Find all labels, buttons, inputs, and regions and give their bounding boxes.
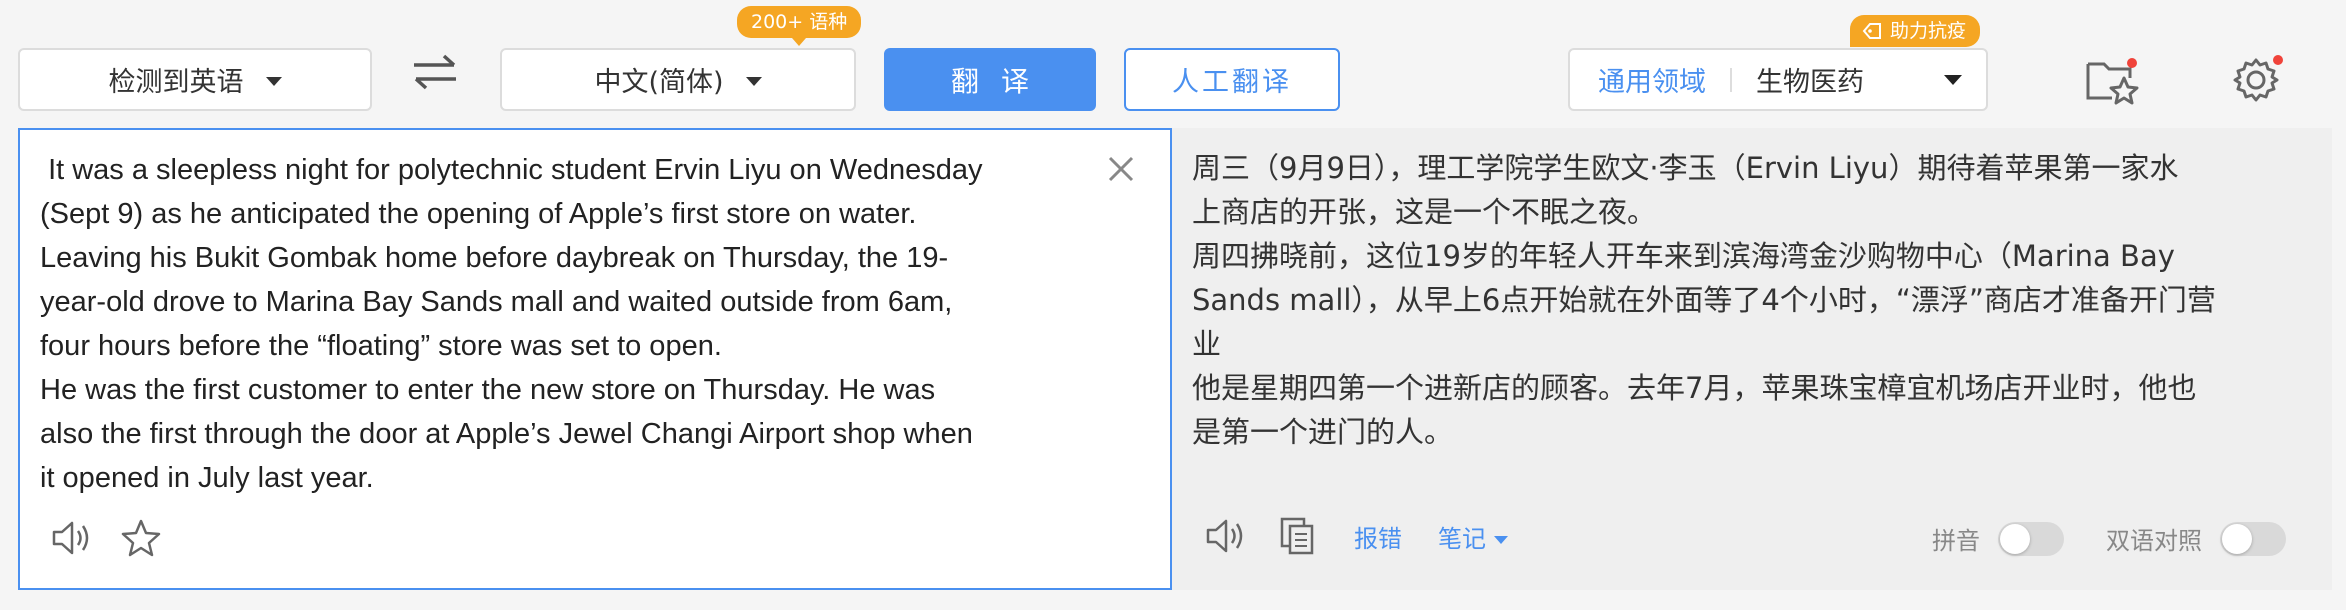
favorites-button[interactable] <box>2084 52 2140 108</box>
target-language-label: 中文(简体) <box>594 67 724 98</box>
translation-panel: 周三（9月9日），理工学院学生欧文·李玉（Ervin Liyu）期待着苹果第一家… <box>1172 128 2332 590</box>
human-translate-button[interactable]: 人工翻译 <box>1124 48 1340 111</box>
domain-general[interactable]: 通用领域 <box>1598 60 1706 99</box>
source-language-select[interactable]: 检测到英语 <box>18 48 372 111</box>
translation-output: 周三（9月9日），理工学院学生欧文·李玉（Ervin Liyu）期待着苹果第一家… <box>1192 151 2216 449</box>
chevron-down-icon <box>1944 74 1962 85</box>
toggle-knob <box>2222 523 2252 554</box>
tag-icon <box>1862 23 1881 39</box>
source-language-label: 检测到英语 <box>108 67 244 98</box>
divider <box>1730 67 1732 92</box>
speaker-icon[interactable] <box>50 518 94 558</box>
star-icon[interactable] <box>120 518 162 558</box>
fight-epidemic-badge: 助力抗疫 <box>1850 15 1981 47</box>
pinyin-toggle-group: 拼音 <box>1932 521 2064 556</box>
source-tools <box>50 518 162 558</box>
swap-languages-icon[interactable] <box>410 52 460 92</box>
settings-button[interactable] <box>2228 52 2284 108</box>
fight-epidemic-label: 助力抗疫 <box>1890 20 1967 42</box>
source-text-panel[interactable]: It was a sleepless night for polytechnic… <box>18 128 1172 590</box>
report-error-link[interactable]: 报错 <box>1354 519 1402 554</box>
language-count-badge: 200+ 语种 <box>737 6 862 46</box>
chevron-down-icon <box>1494 535 1508 544</box>
toolbar: 检测到英语 中文(简体) 200+ 语种 翻译 人工翻译 通用领域 生物医药 助… <box>0 0 2346 128</box>
domain-selected: 生物医药 <box>1756 67 1864 98</box>
speaker-icon[interactable] <box>1204 516 1248 556</box>
notes-label: 笔记 <box>1438 524 1486 553</box>
domain-select[interactable]: 通用领域 生物医药 <box>1568 48 1988 111</box>
notes-dropdown[interactable]: 笔记 <box>1438 519 1508 554</box>
translate-button[interactable]: 翻译 <box>884 48 1096 111</box>
bilingual-label: 双语对照 <box>2106 527 2202 555</box>
notification-dot <box>2273 55 2283 65</box>
pinyin-label: 拼音 <box>1932 527 1980 555</box>
translation-tools: 报错 笔记 <box>1204 516 1508 556</box>
bilingual-toggle-group: 双语对照 <box>2106 521 2286 556</box>
pinyin-toggle[interactable] <box>1998 521 2064 556</box>
source-textarea[interactable]: It was a sleepless night for polytechnic… <box>40 148 1100 500</box>
chevron-down-icon <box>745 76 762 86</box>
toggle-knob <box>2000 523 2030 554</box>
chevron-down-icon <box>265 76 282 86</box>
close-icon[interactable] <box>1106 154 1136 184</box>
copy-icon[interactable] <box>1278 516 1318 556</box>
target-language-select[interactable]: 中文(简体) <box>500 48 856 111</box>
notification-dot <box>2127 58 2137 68</box>
bilingual-toggle[interactable] <box>2220 521 2286 556</box>
